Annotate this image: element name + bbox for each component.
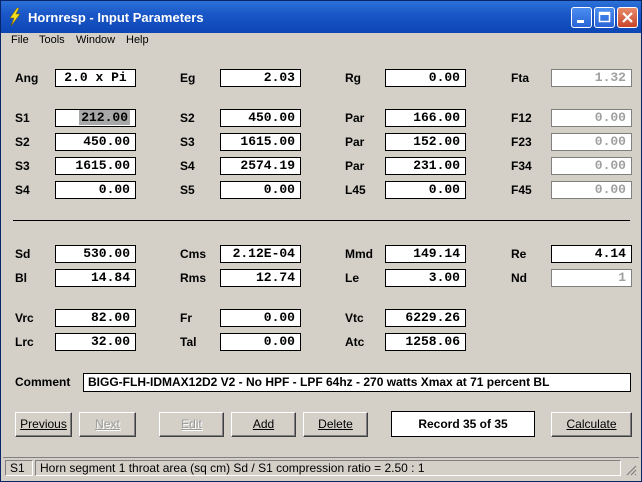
label-vtc: Vtc <box>345 311 364 325</box>
label-re: Re <box>511 247 527 261</box>
label-cms: Cms <box>180 247 207 261</box>
field-s3[interactable]: 1615.00 <box>220 133 301 151</box>
field-f23: 0.00 <box>551 133 632 151</box>
label-s4-left: S4 <box>15 183 30 197</box>
label-par-3: Par <box>345 159 365 173</box>
maximize-icon[interactable] <box>594 7 615 28</box>
field-ang[interactable]: 2.0 x Pi <box>55 69 136 87</box>
window-title: Hornresp - Input Parameters <box>28 10 204 25</box>
label-sd: Sd <box>15 247 31 261</box>
label-comment: Comment <box>15 375 71 389</box>
label-f45: F45 <box>511 183 532 197</box>
close-icon[interactable] <box>617 7 638 28</box>
field-sd[interactable]: 530.00 <box>55 245 136 263</box>
label-fta: Fta <box>511 71 529 85</box>
status-bar: S1 Horn segment 1 throat area (sq cm) Sd… <box>3 457 639 478</box>
menu-bar: File Tools Window Help <box>1 33 641 51</box>
label-vrc: Vrc <box>15 311 34 325</box>
field-lrc[interactable]: 32.00 <box>55 333 136 351</box>
label-s2-left: S2 <box>15 135 30 149</box>
label-lrc: Lrc <box>15 335 34 349</box>
label-f34: F34 <box>511 159 532 173</box>
field-bl[interactable]: 14.84 <box>55 269 136 287</box>
add-button[interactable]: Add <box>231 412 296 437</box>
field-nd[interactable]: 1 <box>551 269 632 287</box>
field-tal[interactable]: 0.00 <box>220 333 301 351</box>
field-par-2[interactable]: 152.00 <box>385 133 466 151</box>
resize-grip-icon[interactable] <box>625 464 637 476</box>
field-f34: 0.00 <box>551 157 632 175</box>
menu-help[interactable]: Help <box>126 34 149 46</box>
menu-window[interactable]: Window <box>76 34 115 46</box>
label-ang: Ang <box>15 71 39 85</box>
field-vrc[interactable]: 82.00 <box>55 309 136 327</box>
field-re[interactable]: 4.14 <box>551 245 632 263</box>
label-fr: Fr <box>180 311 192 325</box>
label-bl: Bl <box>15 271 27 285</box>
next-button: Next <box>79 412 136 437</box>
field-s1-selected-text: 212.00 <box>79 110 130 125</box>
label-atc: Atc <box>345 335 365 349</box>
field-par-3[interactable]: 231.00 <box>385 157 466 175</box>
label-s3-left: S3 <box>15 159 30 173</box>
field-fta: 1.32 <box>551 69 632 87</box>
label-s4: S4 <box>180 159 195 173</box>
label-rms: Rms <box>180 271 207 285</box>
menu-file[interactable]: File <box>11 34 29 46</box>
field-s2-left[interactable]: 450.00 <box>55 133 136 151</box>
field-rms[interactable]: 12.74 <box>220 269 301 287</box>
field-f45: 0.00 <box>551 181 632 199</box>
field-cms[interactable]: 2.12E-04 <box>220 245 301 263</box>
field-f12: 0.00 <box>551 109 632 127</box>
label-s1: S1 <box>15 111 30 125</box>
field-vtc[interactable]: 6229.26 <box>385 309 466 327</box>
field-s1[interactable]: 212.00 <box>55 109 136 127</box>
label-s2: S2 <box>180 111 195 125</box>
field-s4[interactable]: 2574.19 <box>220 157 301 175</box>
field-mmd[interactable]: 149.14 <box>385 245 466 263</box>
previous-button[interactable]: Previous <box>15 412 72 437</box>
section-divider <box>13 220 630 221</box>
label-f23: F23 <box>511 135 532 149</box>
field-eg[interactable]: 2.03 <box>220 69 301 87</box>
comment-field[interactable]: BIGG-FLH-IDMAX12D2 V2 - No HPF - LPF 64h… <box>83 373 631 392</box>
delete-button[interactable]: Delete <box>303 412 368 437</box>
label-rg: Rg <box>345 71 361 85</box>
field-l45[interactable]: 0.00 <box>385 181 466 199</box>
field-s4-left[interactable]: 0.00 <box>55 181 136 199</box>
title-bar[interactable]: Hornresp - Input Parameters <box>1 1 641 33</box>
label-l45: L45 <box>345 183 366 197</box>
field-fr[interactable]: 0.00 <box>220 309 301 327</box>
label-par-1: Par <box>345 111 365 125</box>
field-par-1[interactable]: 166.00 <box>385 109 466 127</box>
label-s5: S5 <box>180 183 195 197</box>
calculate-button[interactable]: Calculate <box>551 412 632 437</box>
field-s3-left[interactable]: 1615.00 <box>55 157 136 175</box>
field-le[interactable]: 3.00 <box>385 269 466 287</box>
label-le: Le <box>345 271 360 285</box>
edit-button: Edit <box>159 412 224 437</box>
label-mmd: Mmd <box>345 247 373 261</box>
hornresp-window: Hornresp - Input Parameters File Tools W… <box>0 0 642 482</box>
minimize-icon[interactable] <box>571 7 592 28</box>
label-eg: Eg <box>180 71 196 85</box>
record-indicator: Record 35 of 35 <box>391 411 535 437</box>
field-s2[interactable]: 450.00 <box>220 109 301 127</box>
label-tal: Tal <box>180 335 197 349</box>
menu-tools[interactable]: Tools <box>39 34 65 46</box>
status-field-name: S1 <box>5 460 33 476</box>
label-par-2: Par <box>345 135 365 149</box>
field-s5[interactable]: 0.00 <box>220 181 301 199</box>
status-description: Horn segment 1 throat area (sq cm) Sd / … <box>35 460 621 476</box>
label-s3: S3 <box>180 135 195 149</box>
field-atc[interactable]: 1258.06 <box>385 333 466 351</box>
lightning-app-icon <box>9 8 21 26</box>
label-f12: F12 <box>511 111 532 125</box>
label-nd: Nd <box>511 271 527 285</box>
field-rg[interactable]: 0.00 <box>385 69 466 87</box>
